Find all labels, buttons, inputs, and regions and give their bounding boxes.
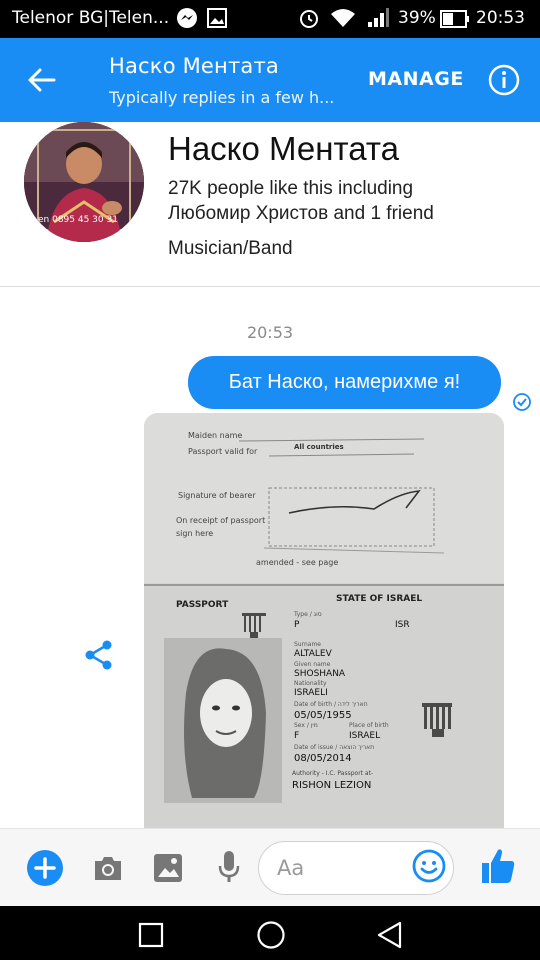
- conversation-header: Наско Ментата Typically replies in a few…: [0, 38, 540, 122]
- svg-text:Nationality: Nationality: [294, 680, 327, 687]
- passport-code: ISR: [395, 620, 410, 630]
- passport-header: PASSPORT: [176, 600, 229, 610]
- passport-photo-attachment[interactable]: Type / סוג Surname Given name Nationalit…: [144, 413, 504, 828]
- passport-state: STATE OF ISRAEL: [336, 594, 423, 604]
- avatar-caption: en 0895 45 30 31: [38, 215, 118, 225]
- message-input-placeholder: Aa: [277, 856, 305, 880]
- back-arrow-icon[interactable]: [26, 66, 56, 98]
- like-thumb-icon[interactable]: [480, 847, 516, 889]
- passport-issue-date: 08/05/2014: [294, 753, 352, 764]
- passport-nationality: ISRAELI: [294, 688, 328, 698]
- likes-friends: Любомир Христов and 1 friend: [168, 203, 434, 224]
- recents-icon[interactable]: [138, 922, 164, 952]
- delivered-check-icon: [512, 392, 532, 416]
- page-category: Musician/Band: [168, 238, 293, 259]
- receipt-label: On receipt of passport: [176, 516, 266, 525]
- status-bar: Telenor BG|Telen... 39% 20:53: [0, 0, 540, 38]
- passport-authority-label: Authority - I.C. Passport at-: [292, 770, 374, 777]
- likes-summary: 27K people like this including: [168, 178, 414, 199]
- svg-text:Given name: Given name: [294, 661, 331, 668]
- carrier-name: Telenor BG|Telen...: [12, 8, 170, 28]
- amended-label: amended - see page: [256, 558, 339, 567]
- maiden-name-label: Maiden name: [188, 431, 243, 440]
- manage-button[interactable]: MANAGE: [368, 68, 464, 90]
- battery-percent: 39%: [398, 8, 436, 28]
- svg-text:Place of birth: Place of birth: [349, 722, 389, 729]
- signal-icon: [366, 7, 390, 33]
- wifi-icon: [330, 7, 356, 33]
- camera-icon[interactable]: [92, 853, 124, 887]
- svg-text:Surname: Surname: [294, 641, 321, 648]
- page-name: Наско Ментата: [168, 130, 399, 167]
- svg-text:Type / סוג: Type / סוג: [293, 611, 322, 618]
- valid-for-value: All countries: [294, 443, 344, 451]
- passport-dob: 05/05/1955: [294, 710, 352, 721]
- image-icon: [206, 7, 228, 33]
- emoji-icon[interactable]: [412, 849, 446, 887]
- reply-time-subtitle: Typically replies in a few h...: [109, 88, 335, 107]
- passport-given-name: SHOSHANA: [294, 669, 346, 679]
- passport-sex: F: [294, 731, 300, 741]
- passport-type: P: [294, 620, 300, 630]
- messenger-icon: [176, 7, 198, 33]
- info-icon[interactable]: [488, 64, 520, 100]
- gallery-icon[interactable]: [153, 853, 183, 887]
- sign-here-label: sign here: [176, 529, 214, 538]
- svg-text:Sex / מין: Sex / מין: [294, 722, 318, 729]
- passport-surname: ALTALEV: [294, 649, 332, 659]
- svg-text:Date of birth / תאריך לידה: Date of birth / תאריך לידה: [294, 701, 368, 708]
- share-icon[interactable]: [82, 638, 116, 676]
- system-nav-bar: [0, 906, 540, 960]
- page-profile-card[interactable]: en 0895 45 30 31 Наско Ментата 27K peopl…: [0, 122, 540, 288]
- battery-icon: [440, 9, 470, 33]
- avatar[interactable]: en 0895 45 30 31: [24, 122, 144, 242]
- message-timestamp: 20:53: [246, 323, 294, 342]
- add-icon[interactable]: [26, 849, 64, 891]
- passport-authority: RISHON LEZION: [292, 780, 372, 791]
- svg-text:Date of issue / תאריך הוצאה: Date of issue / תאריך הוצאה: [294, 744, 374, 751]
- message-composer: Aa: [0, 828, 540, 906]
- valid-for-label: Passport valid for: [188, 447, 258, 456]
- status-time: 20:53: [476, 8, 525, 28]
- passport-place-of-birth: ISRAEL: [349, 731, 381, 741]
- back-icon[interactable]: [376, 920, 404, 954]
- message-text: Бат Наско, намерихме я!: [228, 371, 461, 393]
- sent-message-bubble[interactable]: Бат Наско, намерихме я!: [188, 356, 501, 409]
- microphone-icon[interactable]: [217, 849, 241, 889]
- home-icon[interactable]: [256, 920, 286, 954]
- divider: [0, 286, 540, 287]
- page-title[interactable]: Наско Ментата: [109, 54, 279, 78]
- alarm-icon: [298, 7, 320, 33]
- signature-label: Signature of bearer: [178, 491, 256, 500]
